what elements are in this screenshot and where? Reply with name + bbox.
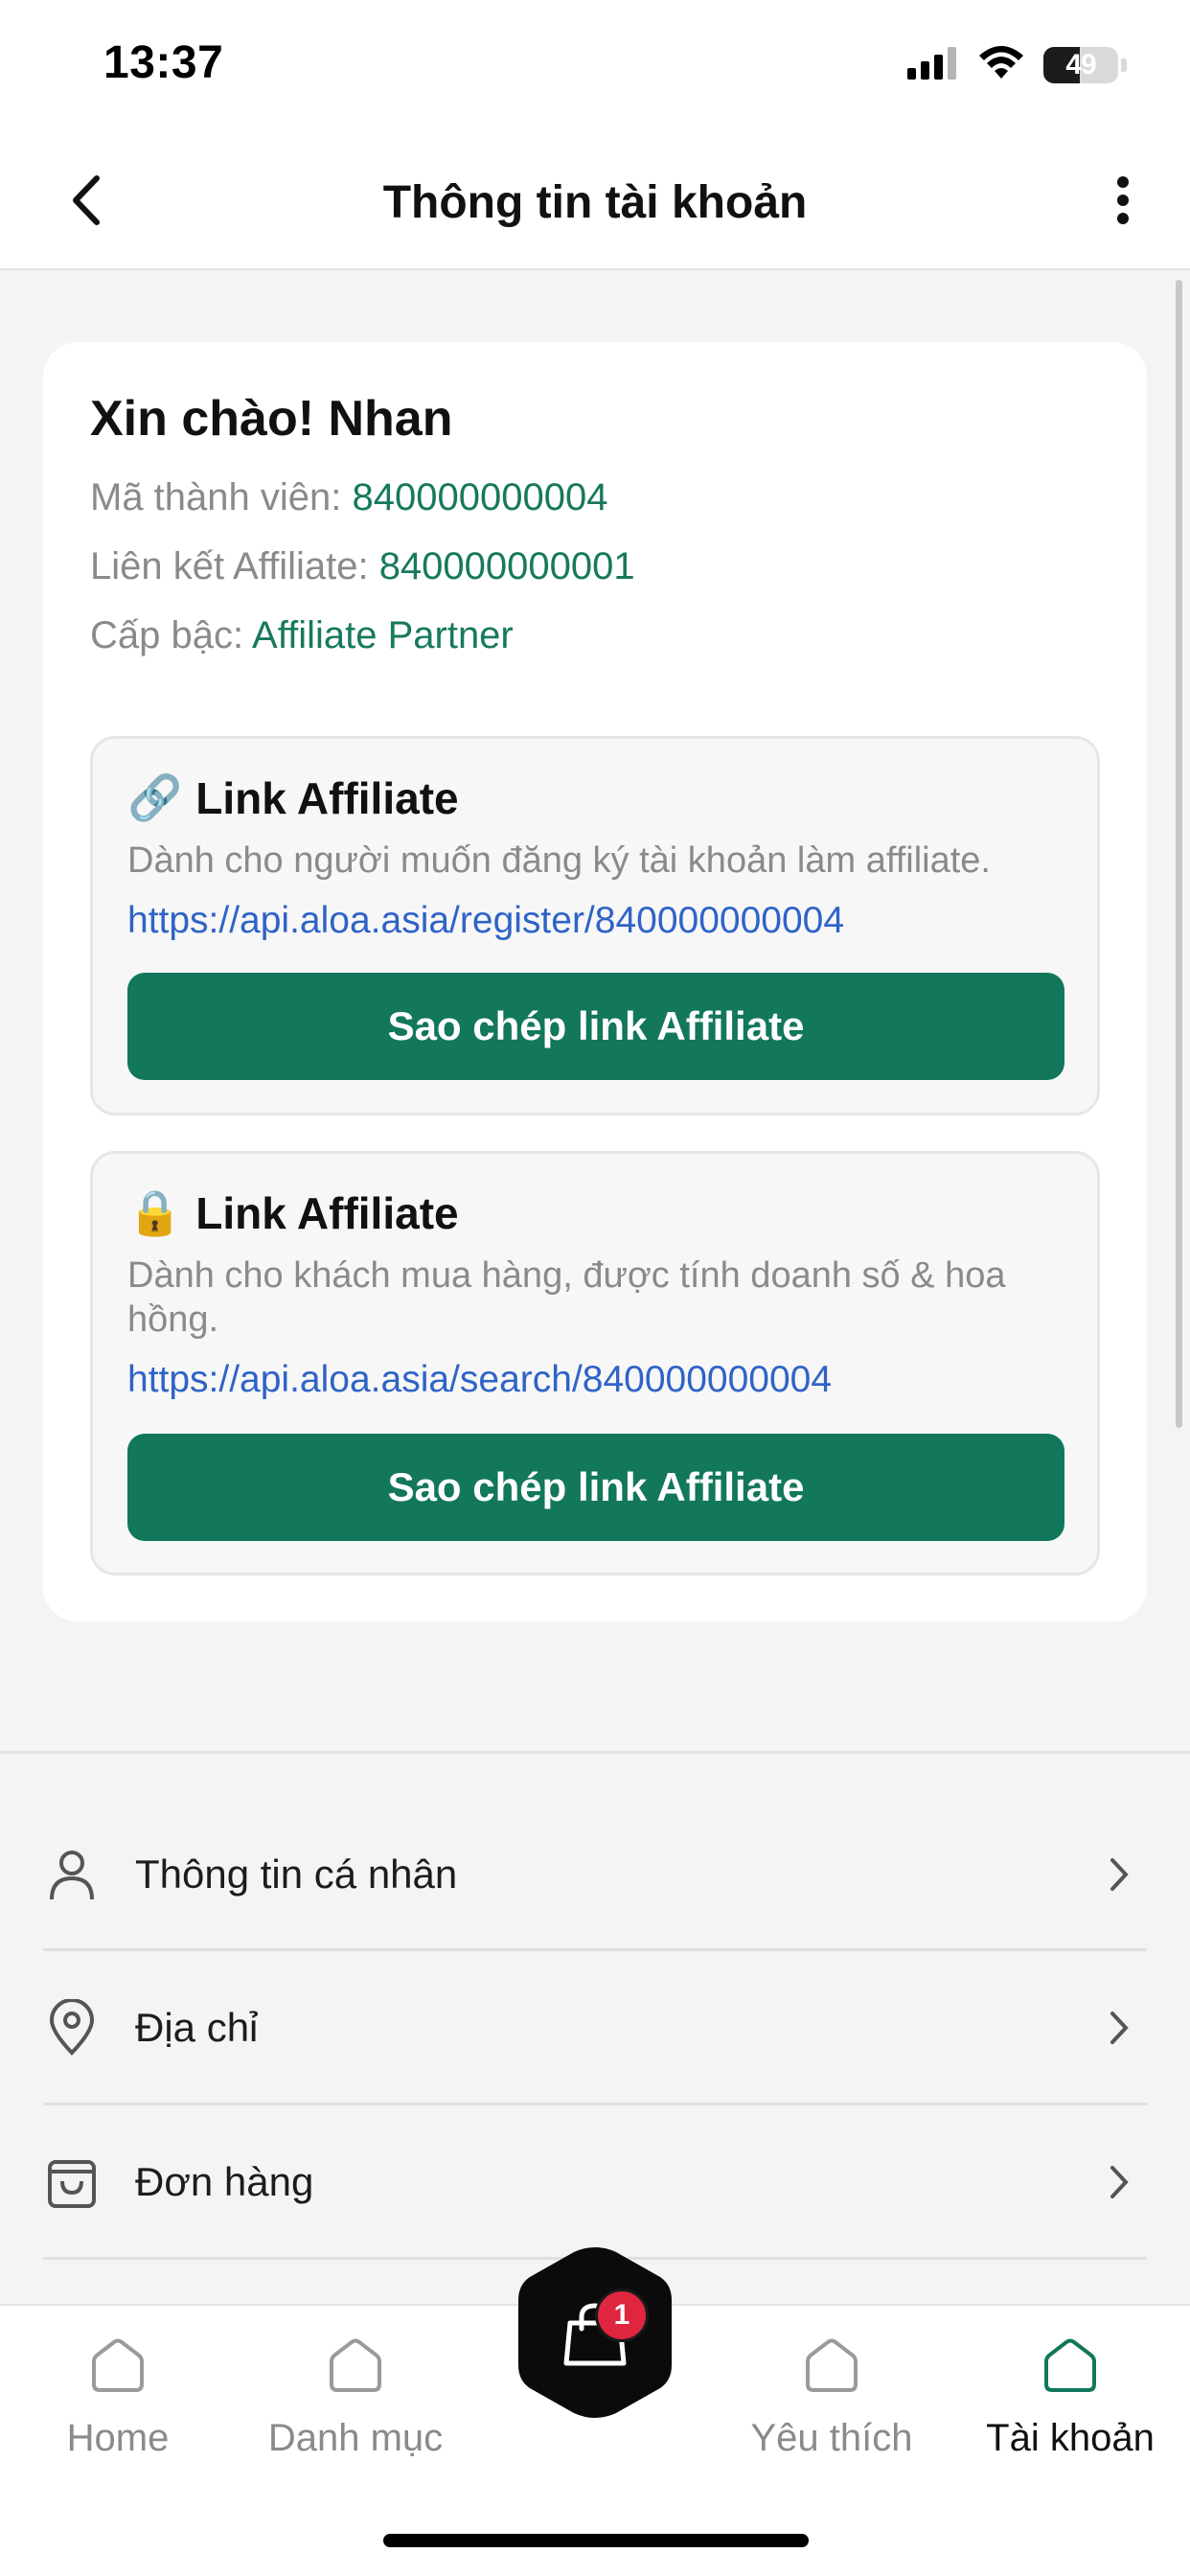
nav-item-account[interactable]: Tài khoản [955,2334,1185,2460]
link-url[interactable]: https://api.aloa.asia/register/840000000… [127,900,844,942]
menu-item-label: Địa chỉ [135,2005,259,2050]
affiliate-link-value: 840000000001 [378,545,635,587]
cart-button[interactable]: 1 [515,2246,675,2419]
wifi-icon [978,45,1024,85]
affiliate-search-link-box: 🔒 Link Affiliate Dành cho khách mua hàng… [90,1151,1100,1576]
more-vertical-icon [1115,175,1131,229]
link-title: 🔒 Link Affiliate [127,1186,459,1239]
app-header: Thông tin tài khoản [0,134,1190,270]
nav-label: Tài khoản [986,2417,1155,2459]
menu-item-orders[interactable]: Đơn hàng [43,2105,1147,2259]
status-bar: 13:37 49 [0,0,1190,134]
home-icon [324,2334,387,2398]
link-title-text: Link Affiliate [195,772,459,823]
menu-item-address[interactable]: Địa chỉ [43,1951,1147,2104]
affiliate-link-label: Liên kết Affiliate: [90,545,379,587]
user-icon [43,1841,101,1908]
status-time: 13:37 [103,37,224,88]
section-divider [0,1751,1190,1754]
member-id-label: Mã thành viên: [90,476,353,518]
nav-label: Yêu thích [750,2417,913,2459]
affiliate-register-link-box: 🔗 Link Affiliate Dành cho người muốn đăn… [90,736,1100,1116]
link-title: 🔗 Link Affiliate [127,771,459,824]
greeting: Xin chào! Nhan [90,391,453,447]
menu-item-personal-info[interactable]: Thông tin cá nhân [43,1798,1147,1951]
link-description: Dành cho người muốn đăng ký tài khoản là… [127,840,991,881]
location-pin-icon [43,1994,101,2061]
account-card: Xin chào! Nhan Mã thành viên: 8400000000… [43,342,1147,1622]
rank-line: Cấp bậc: Affiliate Partner [90,614,514,657]
home-icon [1039,2334,1102,2398]
lock-icon: 🔒 [127,1187,183,1237]
nav-item-favorites[interactable]: Yêu thích [717,2334,947,2460]
chevron-right-icon [1105,2158,1133,2206]
status-icons: 49 [907,44,1127,86]
nav-item-categories[interactable]: Danh mục [240,2334,470,2460]
rank-value: Affiliate Partner [252,614,514,656]
menu-item-label: Thông tin cá nhân [135,1852,458,1897]
chevron-right-icon [1105,2004,1133,2052]
battery-icon: 49 [1043,47,1127,83]
link-url[interactable]: https://api.aloa.asia/search/84000000000… [127,1359,832,1401]
home-icon [86,2334,149,2398]
chevron-right-icon [1105,1851,1133,1898]
link-title-text: Link Affiliate [195,1187,459,1238]
cellular-signal-icon [907,46,959,84]
more-options-button[interactable] [1104,169,1142,236]
member-id-value: 840000000004 [352,476,608,518]
copy-register-link-button[interactable]: Sao chép link Affiliate [127,973,1064,1080]
link-icon: 🔗 [127,772,183,822]
rank-label: Cấp bậc: [90,614,253,656]
home-indicator[interactable] [383,2534,809,2547]
home-icon [800,2334,863,2398]
nav-label: Home [66,2417,170,2459]
page-title: Thông tin tài khoản [382,177,808,228]
shopping-bag-icon [43,2149,101,2216]
scrollbar[interactable] [1176,280,1182,1428]
link-description: Dành cho khách mua hàng, được tính doanh… [127,1255,1006,1340]
battery-indicator: 49 [1043,47,1118,83]
nav-label: Danh mục [267,2417,444,2459]
cart-badge: 1 [595,2288,649,2342]
nav-item-home[interactable]: Home [3,2334,233,2460]
copy-search-link-button[interactable]: Sao chép link Affiliate [127,1434,1064,1541]
affiliate-link-line: Liên kết Affiliate: 840000000001 [90,545,635,588]
menu-item-label: Đơn hàng [135,2159,314,2204]
member-id-line: Mã thành viên: 840000000004 [90,476,607,519]
battery-level: 49 [1065,49,1096,80]
